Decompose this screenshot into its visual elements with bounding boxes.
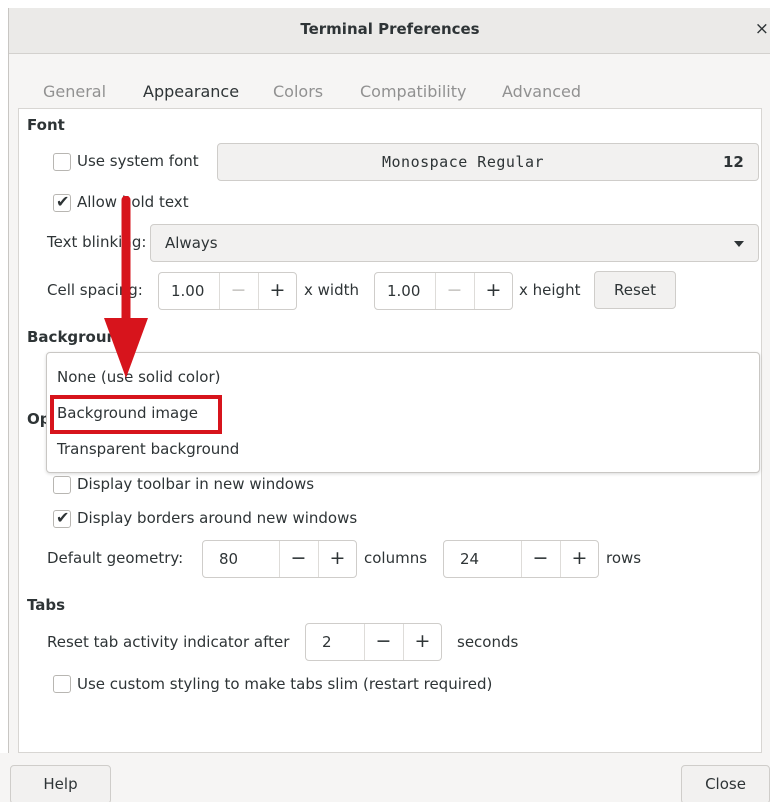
cell-height-spinner[interactable]: 1.00 − + — [374, 272, 513, 310]
allow-bold-checkbox[interactable]: ✔ — [53, 192, 71, 212]
slim-tabs-label: Use custom styling to make tabs slim (re… — [77, 675, 493, 693]
tab-compatibility[interactable]: Compatibility — [360, 82, 466, 101]
rows-decrement[interactable]: − — [521, 541, 559, 577]
cell-height-decrement[interactable]: − — [435, 273, 473, 309]
rows-increment[interactable]: + — [560, 541, 598, 577]
font-name: Monospace Regular — [382, 153, 545, 171]
cell-width-decrement[interactable]: − — [219, 273, 257, 309]
display-borders-label: Display borders around new windows — [77, 509, 358, 527]
tab-colors[interactable]: Colors — [273, 82, 323, 101]
close-icon[interactable]: × — [755, 19, 769, 39]
columns-unit: columns — [364, 549, 428, 567]
help-button-label: Help — [43, 775, 78, 793]
cell-width-increment[interactable]: + — [258, 273, 296, 309]
font-size: 12 — [723, 153, 744, 171]
display-toolbar-label: Display toolbar in new windows — [77, 475, 315, 493]
cell-height-value: 1.00 — [387, 282, 421, 300]
columns-decrement[interactable]: − — [279, 541, 317, 577]
use-system-font-label: Use system font — [77, 152, 199, 170]
window-title: Terminal Preferences — [300, 20, 480, 38]
close-button-label: Close — [705, 775, 746, 793]
close-button[interactable]: Close — [681, 765, 770, 802]
reset-activity-increment[interactable]: + — [403, 624, 441, 660]
font-chooser-button[interactable]: Monospace Regular 12 — [217, 143, 759, 181]
columns-value: 80 — [219, 550, 239, 568]
dialog-footer — [0, 753, 762, 802]
reset-button-label: Reset — [614, 281, 656, 299]
slim-tabs-checkbox[interactable] — [53, 675, 71, 693]
text-blink-dropdown[interactable]: Always — [150, 224, 759, 262]
font-section-title: Font — [27, 116, 65, 134]
display-toolbar-checkbox[interactable] — [53, 476, 71, 494]
use-system-font-checkbox[interactable] — [53, 153, 71, 171]
tabs-section-title: Tabs — [27, 596, 66, 614]
help-button[interactable]: Help — [10, 765, 111, 802]
reset-button[interactable]: Reset — [594, 271, 676, 309]
check-icon: ✔ — [56, 192, 70, 211]
tab-general[interactable]: General — [43, 82, 106, 101]
check-icon: ✔ — [56, 508, 70, 527]
reset-activity-value: 2 — [322, 633, 332, 651]
background-option-transparent[interactable]: Transparent background — [57, 440, 239, 458]
tab-advanced[interactable]: Advanced — [502, 82, 581, 101]
cell-height-increment[interactable]: + — [474, 273, 512, 309]
rows-spinner[interactable]: 24 − + — [443, 540, 599, 578]
display-borders-checkbox[interactable]: ✔ — [53, 508, 71, 528]
reset-activity-label: Reset tab activity indicator after — [47, 633, 290, 651]
columns-spinner[interactable]: 80 − + — [202, 540, 357, 578]
annotation-arrow — [104, 196, 148, 378]
cell-width-spinner[interactable]: 1.00 − + — [158, 272, 297, 310]
rows-unit: rows — [606, 549, 642, 567]
cell-width-value: 1.00 — [171, 282, 205, 300]
rows-value: 24 — [460, 550, 480, 568]
titlebar: Terminal Preferences × — [9, 8, 770, 54]
default-geometry-label: Default geometry: — [47, 549, 184, 567]
reset-activity-spinner[interactable]: 2 − + — [305, 623, 442, 661]
cell-width-unit: x width — [304, 281, 359, 299]
text-blink-value: Always — [165, 234, 218, 252]
cell-height-unit: x height — [519, 281, 581, 299]
columns-increment[interactable]: + — [318, 541, 356, 577]
reset-activity-unit: seconds — [457, 633, 519, 651]
tab-appearance[interactable]: Appearance — [143, 82, 239, 101]
reset-activity-decrement[interactable]: − — [364, 624, 402, 660]
chevron-down-icon — [734, 241, 744, 247]
highlight-box — [50, 395, 222, 434]
